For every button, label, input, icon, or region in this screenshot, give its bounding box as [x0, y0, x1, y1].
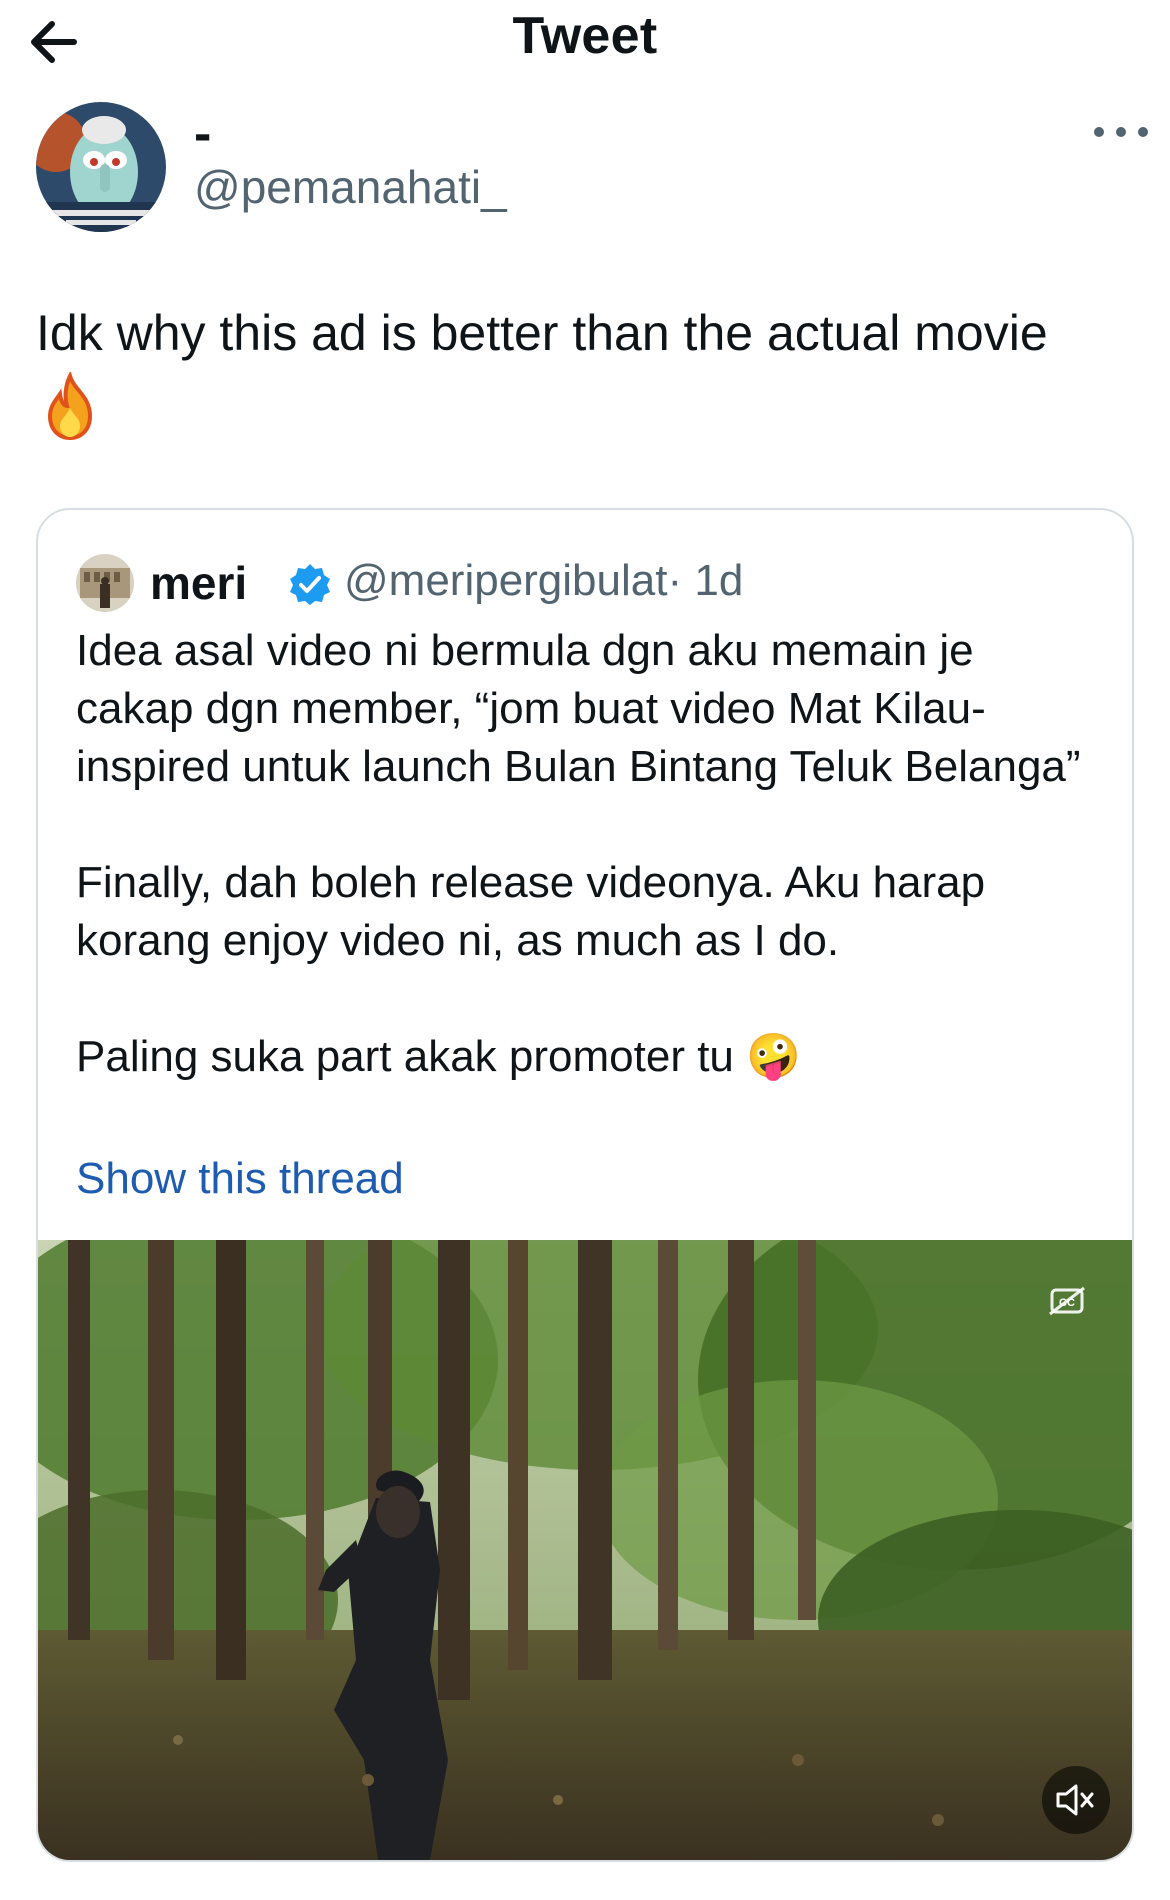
verified-badge-icon	[288, 562, 332, 606]
quoted-tweet-card[interactable]: meri @meripergibulat· 1d Idea asal video…	[36, 508, 1134, 1862]
quoted-tweet-text: Idea asal video ni bermula dgn aku memai…	[76, 622, 1096, 1086]
quoted-paragraph: Idea asal video ni bermula dgn aku memai…	[76, 626, 1081, 791]
more-options-icon[interactable]	[1082, 112, 1160, 152]
fire-emoji-icon	[40, 370, 100, 442]
page-title: Tweet	[512, 7, 658, 65]
muted-speaker-icon[interactable]	[1042, 1766, 1110, 1834]
tweet-text: Idk why this ad is better than the actua…	[36, 305, 1048, 361]
quoted-tweet-header: meri @meripergibulat· 1d	[76, 548, 1076, 618]
show-thread-link[interactable]: Show this thread	[76, 1154, 404, 1204]
quoted-author-handle[interactable]: @meripergibulat· 1d	[344, 556, 743, 606]
quoted-author-name[interactable]: meri	[150, 556, 247, 610]
forest-video-frame	[38, 1240, 1132, 1860]
avatar[interactable]	[36, 102, 166, 232]
quoted-paragraph: Paling suka part akak promoter tu 🤪	[76, 1032, 801, 1081]
author-display-name[interactable]: -	[194, 104, 211, 164]
quoted-tweet-time: · 1d	[667, 556, 744, 605]
captions-off-icon[interactable]: CC	[1038, 1272, 1096, 1330]
tweet-author: - @pemanahati_	[36, 98, 1136, 238]
quoted-avatar[interactable]	[76, 554, 134, 612]
svg-text:CC: CC	[1059, 1297, 1075, 1309]
video-player[interactable]: CC	[38, 1240, 1132, 1860]
quoted-paragraph: Finally, dah boleh release videonya. Aku…	[76, 858, 986, 965]
top-bar: Tweet	[0, 0, 1170, 90]
author-handle[interactable]: @pemanahati_	[194, 160, 507, 214]
